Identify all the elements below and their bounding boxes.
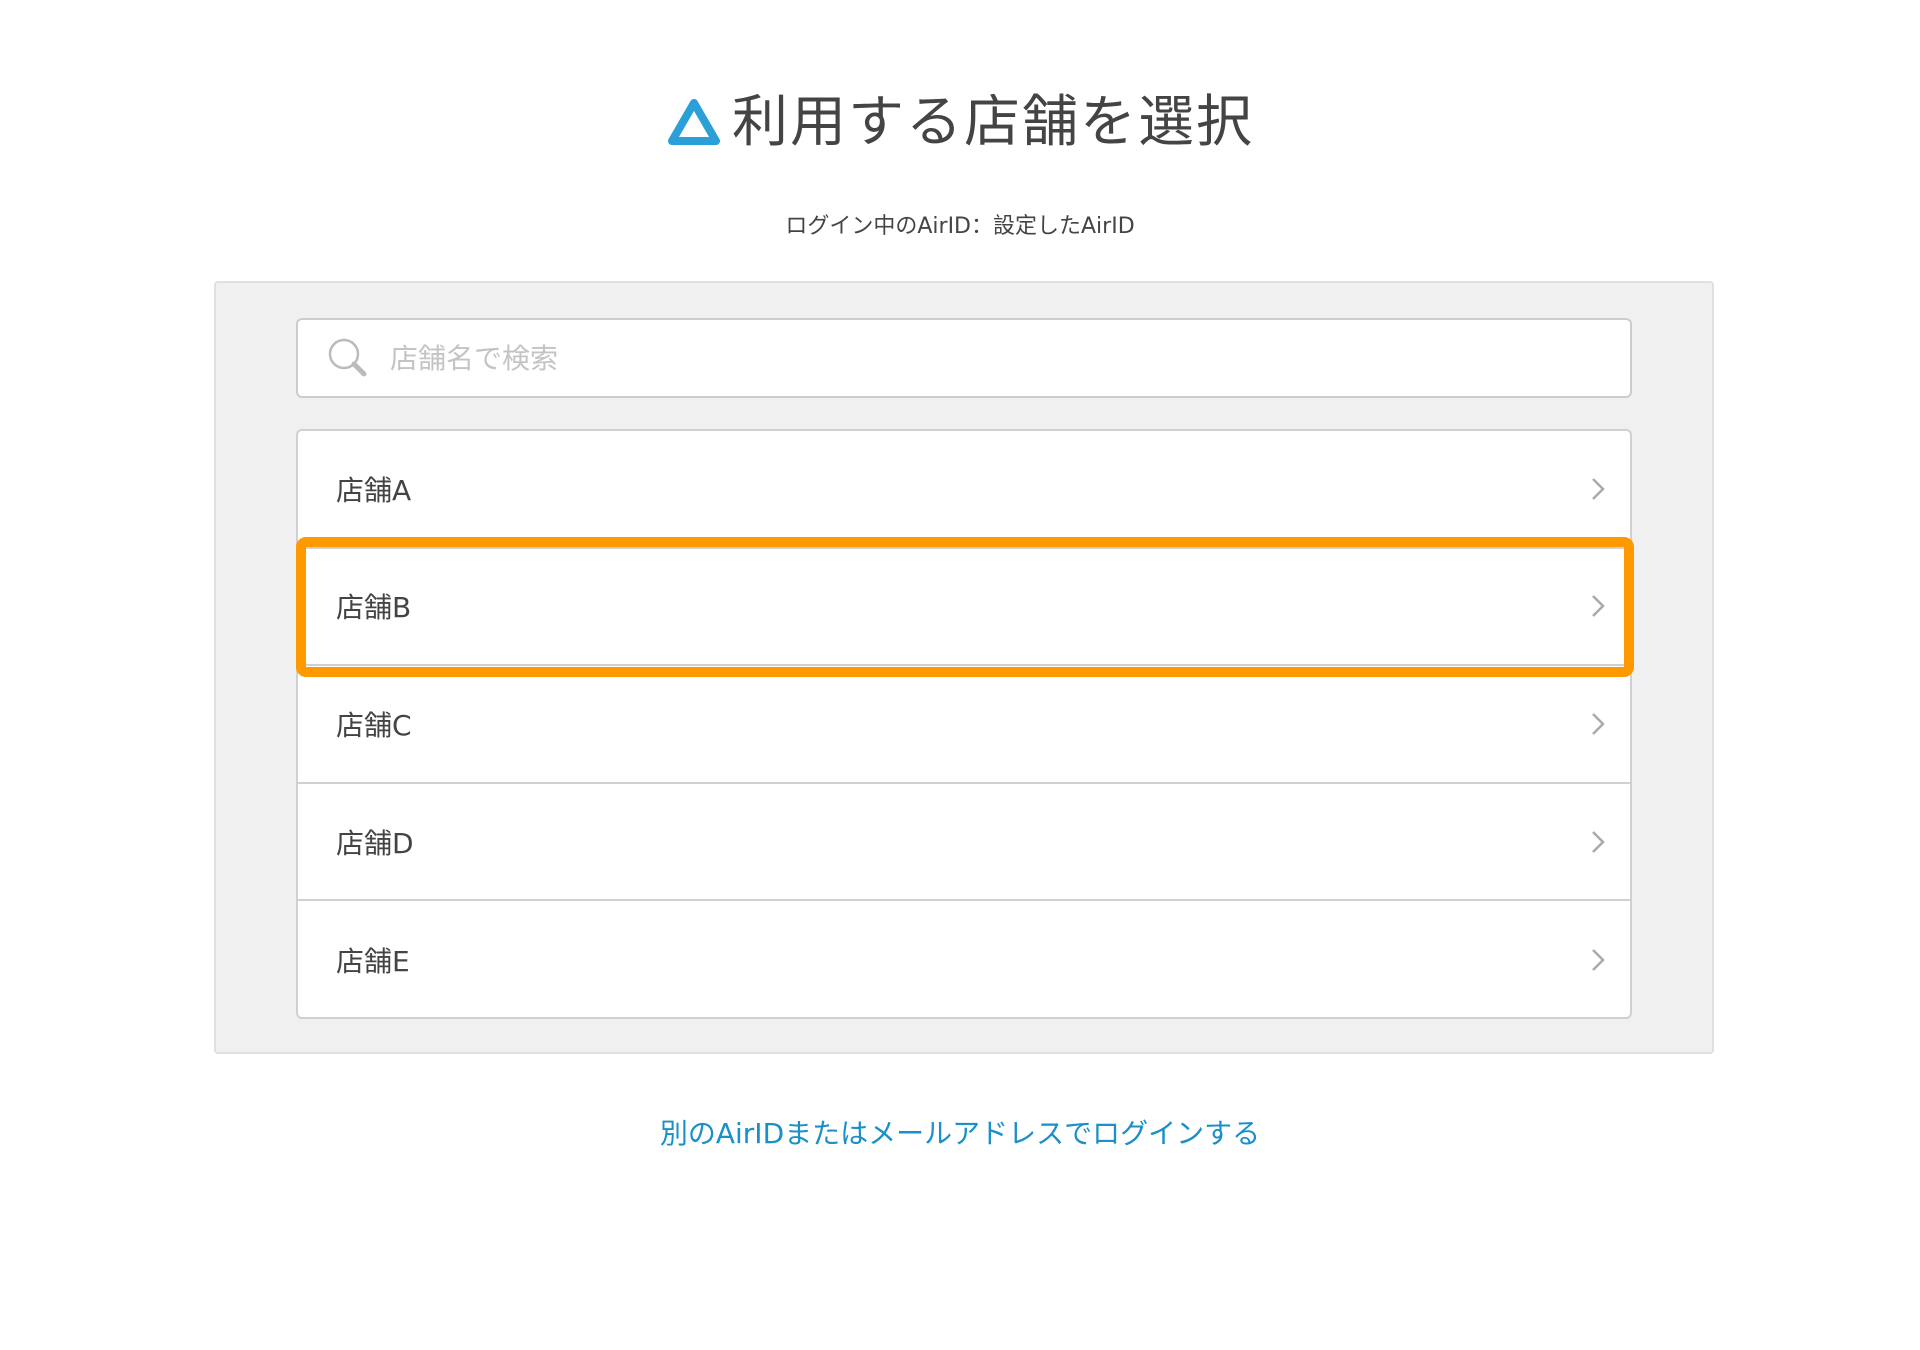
highlight-annotation: [296, 537, 1634, 677]
page-header: 利用する店舗を選択: [0, 88, 1920, 158]
list-item-store-d[interactable]: 店舗D: [298, 784, 1630, 902]
list-item-store-e[interactable]: 店舗E: [298, 901, 1630, 1017]
page-title: 利用する店舗を選択: [732, 90, 1254, 155]
login-info-text: ログイン中のAirID：設定したAirID: [785, 214, 1135, 239]
store-name: 店舗E: [336, 945, 410, 979]
search-box[interactable]: [296, 318, 1632, 398]
store-name: 店舗D: [336, 826, 414, 860]
store-list: 店舗A 店舗B 店舗C 店舗D 店舗E: [296, 429, 1632, 1019]
store-name: 店舗A: [336, 473, 412, 507]
chevron-right-icon: [1592, 477, 1605, 500]
alt-login-link[interactable]: 別のAirIDまたはメールアドレスでログインする: [660, 1117, 1260, 1150]
airid-logo-icon: [668, 99, 720, 145]
list-item-store-a[interactable]: 店舗A: [298, 431, 1630, 549]
chevron-right-icon: [1592, 949, 1605, 972]
search-icon: [328, 338, 367, 377]
alt-login-container: 別のAirIDまたはメールアドレスでログインする: [0, 1112, 1920, 1152]
store-name: 店舗C: [336, 708, 412, 742]
list-item-store-c[interactable]: 店舗C: [298, 666, 1630, 784]
chevron-right-icon: [1592, 713, 1605, 735]
search-input[interactable]: [388, 340, 1592, 376]
chevron-right-icon: [1592, 830, 1605, 853]
